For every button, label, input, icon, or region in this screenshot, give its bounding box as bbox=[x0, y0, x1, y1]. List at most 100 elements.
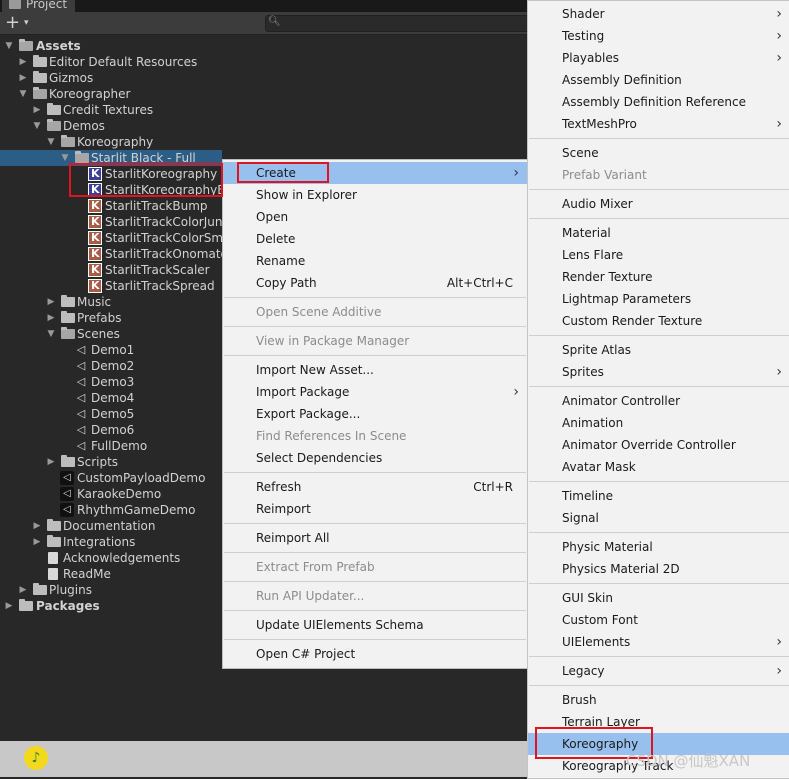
menu-item-brush[interactable]: Brush bbox=[528, 689, 789, 711]
koreography-track-icon bbox=[88, 246, 102, 262]
tab-label: Project bbox=[26, 0, 68, 11]
context-menu: Create › Show in Explorer Open Delete Re… bbox=[222, 159, 528, 669]
menu-item-open-csharp-project[interactable]: Open C# Project bbox=[223, 643, 527, 665]
tree-item-gizmos[interactable]: ▶ Gizmos bbox=[0, 70, 526, 86]
expand-arrow-icon[interactable]: ▶ bbox=[32, 102, 42, 118]
expand-arrow-icon[interactable]: ▶ bbox=[18, 582, 28, 598]
expand-arrow-icon[interactable]: ▼ bbox=[4, 38, 14, 54]
tree-item-koreographer[interactable]: ▼ Koreographer bbox=[0, 86, 526, 102]
menu-separator bbox=[529, 386, 789, 387]
folder-icon bbox=[61, 135, 75, 147]
tree-label: Demo2 bbox=[91, 359, 135, 373]
menu-item-shader[interactable]: Shader › bbox=[528, 3, 789, 25]
menu-item-delete[interactable]: Delete bbox=[223, 228, 527, 250]
expand-arrow-icon[interactable]: ▶ bbox=[46, 310, 56, 326]
menu-separator bbox=[529, 481, 789, 482]
menu-item-label: Lens Flare bbox=[562, 248, 624, 262]
tree-label: CustomPayloadDemo bbox=[77, 471, 206, 485]
menu-item-copy-path[interactable]: Copy Path Alt+Ctrl+C bbox=[223, 272, 527, 294]
menu-item-custom-render-texture[interactable]: Custom Render Texture bbox=[528, 310, 789, 332]
menu-item-reimport[interactable]: Reimport bbox=[223, 498, 527, 520]
menu-item-timeline[interactable]: Timeline bbox=[528, 485, 789, 507]
menu-item-select-dependencies[interactable]: Select Dependencies bbox=[223, 447, 527, 469]
menu-item-label: Refresh bbox=[256, 480, 302, 494]
menu-item-sprite-atlas[interactable]: Sprite Atlas bbox=[528, 339, 789, 361]
menu-item-sprites[interactable]: Sprites › bbox=[528, 361, 789, 383]
tree-item-koreography-folder[interactable]: ▼ Koreography bbox=[0, 134, 526, 150]
menu-item-label: Custom Font bbox=[562, 613, 638, 627]
menu-item-lightmap-parameters[interactable]: Lightmap Parameters bbox=[528, 288, 789, 310]
menu-item-lens-flare[interactable]: Lens Flare bbox=[528, 244, 789, 266]
folder-icon bbox=[19, 39, 33, 51]
tree-label: Demos bbox=[63, 119, 105, 133]
menu-item-assembly-definition-reference[interactable]: Assembly Definition Reference bbox=[528, 91, 789, 113]
expand-arrow-icon[interactable]: ▼ bbox=[46, 134, 56, 150]
menu-item-label: Timeline bbox=[562, 489, 614, 503]
tree-item-editor-default-resources[interactable]: ▶ Editor Default Resources bbox=[0, 54, 526, 70]
menu-item-export-package[interactable]: Export Package... bbox=[223, 403, 527, 425]
expand-arrow-icon[interactable]: ▶ bbox=[18, 70, 28, 86]
chevron-right-icon: › bbox=[513, 384, 519, 400]
expand-arrow-icon[interactable]: ▶ bbox=[46, 294, 56, 310]
expand-arrow-icon[interactable]: ▼ bbox=[32, 118, 42, 134]
menu-item-uielements[interactable]: UIElements › bbox=[528, 631, 789, 653]
menu-item-render-texture[interactable]: Render Texture bbox=[528, 266, 789, 288]
menu-item-animator-controller[interactable]: Animator Controller bbox=[528, 390, 789, 412]
menu-item-animator-override-controller[interactable]: Animator Override Controller bbox=[528, 434, 789, 456]
expand-arrow-icon[interactable]: ▶ bbox=[32, 518, 42, 534]
menu-item-reimport-all[interactable]: Reimport All bbox=[223, 527, 527, 549]
menu-item-open[interactable]: Open bbox=[223, 206, 527, 228]
unity-scene-icon: ◁ bbox=[76, 375, 86, 388]
expand-arrow-icon[interactable]: ▶ bbox=[18, 54, 28, 70]
tree-item-credit-textures[interactable]: ▶ Credit Textures bbox=[0, 102, 526, 118]
add-button[interactable]: + bbox=[5, 14, 20, 32]
search-input[interactable] bbox=[265, 15, 567, 32]
menu-separator bbox=[224, 326, 526, 327]
tree-item-demos[interactable]: ▼ Demos bbox=[0, 118, 526, 134]
tree-label: Demo5 bbox=[91, 407, 135, 421]
menu-item-signal[interactable]: Signal bbox=[528, 507, 789, 529]
menu-item-physic-material[interactable]: Physic Material bbox=[528, 536, 789, 558]
folder-icon bbox=[33, 583, 47, 595]
expand-arrow-icon[interactable]: ▶ bbox=[32, 534, 42, 550]
expand-arrow-icon[interactable]: ▼ bbox=[46, 326, 56, 342]
expand-arrow-icon[interactable]: ▼ bbox=[18, 86, 28, 102]
tree-item-assets[interactable]: ▼ Assets bbox=[0, 38, 526, 54]
menu-item-import-package[interactable]: Import Package › bbox=[223, 381, 527, 403]
menu-item-refresh[interactable]: Refresh Ctrl+R bbox=[223, 476, 527, 498]
menu-item-audio-mixer[interactable]: Audio Mixer bbox=[528, 193, 789, 215]
menu-item-rename[interactable]: Rename bbox=[223, 250, 527, 272]
menu-item-update-uielements-schema[interactable]: Update UIElements Schema bbox=[223, 614, 527, 636]
tree-label: Documentation bbox=[63, 519, 156, 533]
menu-item-import-new-asset[interactable]: Import New Asset... bbox=[223, 359, 527, 381]
menu-item-physics-material-2d[interactable]: Physics Material 2D bbox=[528, 558, 789, 580]
koreography-track-icon bbox=[88, 262, 102, 278]
expand-arrow-icon[interactable]: ▶ bbox=[46, 454, 56, 470]
menu-item-label: Extract From Prefab bbox=[256, 560, 375, 574]
tree-label: StarlitTrackBump bbox=[105, 199, 208, 213]
menu-item-label: Rename bbox=[256, 254, 306, 268]
expand-arrow-icon[interactable]: ▶ bbox=[4, 598, 14, 614]
document-icon bbox=[48, 568, 58, 580]
chevron-down-icon[interactable]: ▾ bbox=[24, 18, 29, 28]
menu-separator bbox=[529, 583, 789, 584]
menu-separator bbox=[224, 610, 526, 611]
menu-item-show-in-explorer[interactable]: Show in Explorer bbox=[223, 184, 527, 206]
menu-separator bbox=[529, 532, 789, 533]
menu-item-custom-font[interactable]: Custom Font bbox=[528, 609, 789, 631]
tree-label: ReadMe bbox=[63, 567, 111, 581]
menu-separator bbox=[224, 523, 526, 524]
menu-item-legacy[interactable]: Legacy › bbox=[528, 660, 789, 682]
menu-item-avatar-mask[interactable]: Avatar Mask bbox=[528, 456, 789, 478]
menu-item-assembly-definition[interactable]: Assembly Definition bbox=[528, 69, 789, 91]
menu-item-playables[interactable]: Playables › bbox=[528, 47, 789, 69]
menu-item-textmeshpro[interactable]: TextMeshPro › bbox=[528, 113, 789, 135]
menu-item-scene[interactable]: Scene bbox=[528, 142, 789, 164]
menu-item-material[interactable]: Material bbox=[528, 222, 789, 244]
tree-label: Demo1 bbox=[91, 343, 135, 357]
tab-project[interactable]: Project bbox=[2, 0, 76, 12]
menu-item-gui-skin[interactable]: GUI Skin bbox=[528, 587, 789, 609]
menu-item-testing[interactable]: Testing › bbox=[528, 25, 789, 47]
menu-item-animation[interactable]: Animation bbox=[528, 412, 789, 434]
menu-separator bbox=[224, 472, 526, 473]
